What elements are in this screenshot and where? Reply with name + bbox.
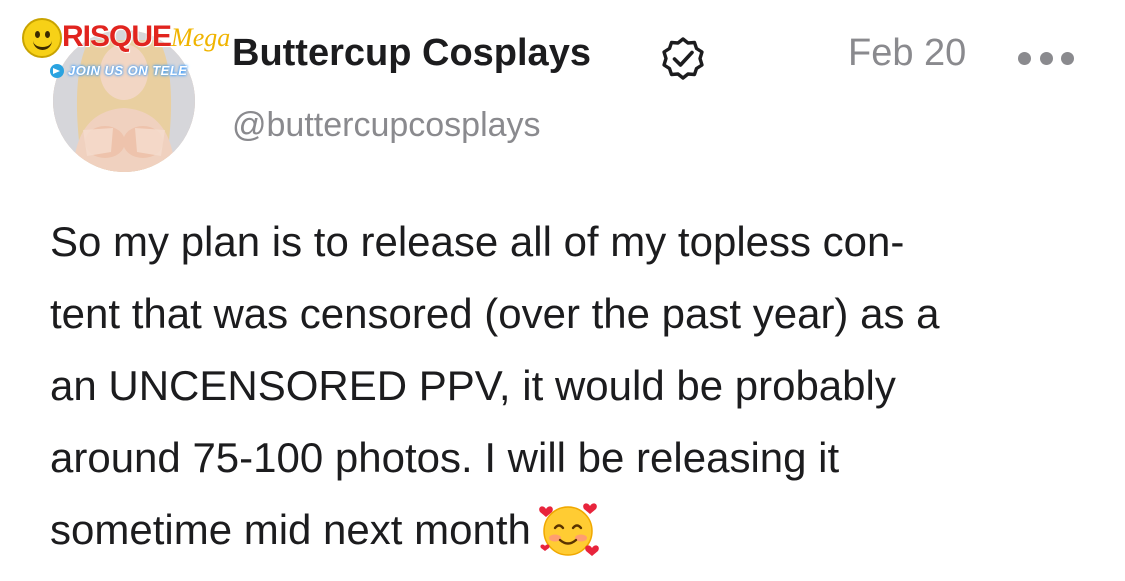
more-horizontal-icon	[1018, 51, 1031, 65]
post-text-line: tent that was censored (over the past ye…	[50, 290, 940, 337]
post-text-line: an UNCENSORED PPV, it would be probably	[50, 362, 896, 409]
post-text-line: So my plan is to release all of my tople…	[50, 218, 905, 265]
smiley-icon	[22, 18, 62, 58]
author-handle[interactable]: @buttercupcosplays	[232, 106, 541, 145]
author-name[interactable]: Buttercup Cosplays	[232, 32, 591, 75]
post-text-line: sometime mid next month	[50, 506, 531, 553]
watermark-logo: RISQUEMega JOIN US ON TELE	[22, 14, 252, 84]
post-text-line: around 75-100 photos. I will be releasin…	[50, 434, 840, 481]
post-body: So my plan is to release all of my tople…	[50, 206, 1110, 566]
post-last-line: sometime mid next month	[50, 494, 1110, 566]
telegram-icon	[50, 63, 64, 78]
verified-badge-icon	[662, 37, 704, 80]
post-date: Feb 20	[848, 32, 967, 74]
watermark-brand: RISQUEMega	[62, 20, 231, 53]
smiling-face-with-hearts-icon	[539, 503, 599, 556]
more-options-button[interactable]	[1018, 46, 1074, 70]
watermark-subtext: JOIN US ON TELE	[50, 63, 187, 78]
